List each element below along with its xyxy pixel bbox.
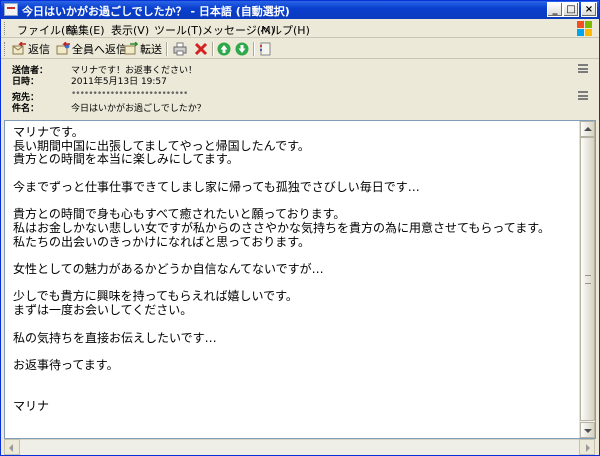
toolbar-grip-icon[interactable]: [4, 42, 7, 56]
previous-button[interactable]: [217, 41, 231, 57]
message-header: 送信者： マリナです！お返事ください！ 日時： 2011年5月13日 19:57…: [1, 60, 599, 120]
toolbar: 返信 全員へ返信 転送: [1, 39, 599, 59]
to-expand-icon[interactable]: [578, 91, 588, 100]
title-bar[interactable]: 今日はいかがお過ごしでしたか？ - 日本語 (自動選択) _ □ ×: [1, 1, 599, 19]
windows-logo-icon: [576, 20, 593, 37]
subject-value: 今日はいかがお過ごしでしたか？: [71, 104, 206, 114]
forward-button[interactable]: 転送: [124, 41, 162, 57]
forward-icon: [124, 41, 139, 56]
menu-view[interactable]: 表示(V): [111, 22, 149, 38]
reply-icon: [12, 41, 26, 56]
reply-button[interactable]: 返信: [12, 41, 50, 57]
menu-bar: ファイル(F) 編集(E) 表示(V) ツール(T) メッセージ(M) ヘルプ(…: [1, 19, 599, 38]
print-button[interactable]: [173, 41, 187, 57]
message-body[interactable]: マリナです。 長い期間中国に出張してましてやっと帰国したんです。 貴方との時間を…: [4, 120, 596, 439]
delete-button[interactable]: [194, 41, 208, 57]
scroll-down-icon[interactable]: [580, 422, 595, 438]
menu-help[interactable]: ヘルプ(H): [260, 22, 310, 38]
toolbar-separator-3: [253, 42, 255, 56]
toolbar-separator: [166, 42, 168, 56]
reply-all-label: 全員へ返信: [72, 43, 127, 56]
reply-all-icon: [56, 41, 70, 56]
toolbar-separator-2: [212, 42, 214, 56]
scroll-up-icon[interactable]: [580, 121, 595, 137]
menu-tools[interactable]: ツール(T): [154, 22, 202, 38]
delete-icon: [194, 42, 208, 56]
window-title: 今日はいかがお過ごしでしたか？ - 日本語 (自動選択): [22, 5, 290, 18]
maximize-button[interactable]: □: [563, 2, 579, 17]
previous-icon: [217, 42, 231, 56]
subject-label: 件名：: [12, 104, 40, 114]
next-icon: [235, 42, 249, 56]
mail-app-icon[interactable]: [4, 3, 18, 16]
message-text: マリナです。 長い期間中国に出張してましてやっと帰国したんです。 貴方との時間を…: [13, 125, 551, 414]
close-button[interactable]: ×: [581, 2, 597, 17]
horizontal-scrollbar[interactable]: [4, 439, 596, 455]
to-value[interactable]: •••••••••••••••••••••••••••: [71, 89, 188, 99]
date-value: 2011年5月13日 19:57: [71, 77, 167, 87]
horizontal-scroll-track[interactable]: [20, 439, 579, 455]
addresses-button[interactable]: [259, 41, 273, 57]
vertical-scrollbar[interactable]: [579, 121, 595, 438]
scroll-left-icon[interactable]: [4, 439, 20, 455]
scroll-right-icon[interactable]: [579, 439, 595, 455]
menubar-grip-icon[interactable]: [4, 22, 7, 35]
reply-label: 返信: [28, 43, 50, 56]
addresses-icon: [259, 42, 273, 56]
scroll-thumb[interactable]: [580, 137, 595, 421]
print-icon: [173, 42, 187, 56]
from-expand-icon[interactable]: [578, 64, 588, 73]
minimize-button[interactable]: _: [547, 2, 563, 17]
mail-window: 今日はいかがお過ごしでしたか？ - 日本語 (自動選択) _ □ × ファイル(…: [0, 0, 600, 456]
forward-label: 転送: [140, 43, 162, 56]
next-button[interactable]: [235, 41, 249, 57]
menu-edit[interactable]: 編集(E): [67, 22, 105, 38]
reply-all-button[interactable]: 全員へ返信: [56, 41, 127, 57]
date-label: 日時：: [12, 77, 40, 87]
